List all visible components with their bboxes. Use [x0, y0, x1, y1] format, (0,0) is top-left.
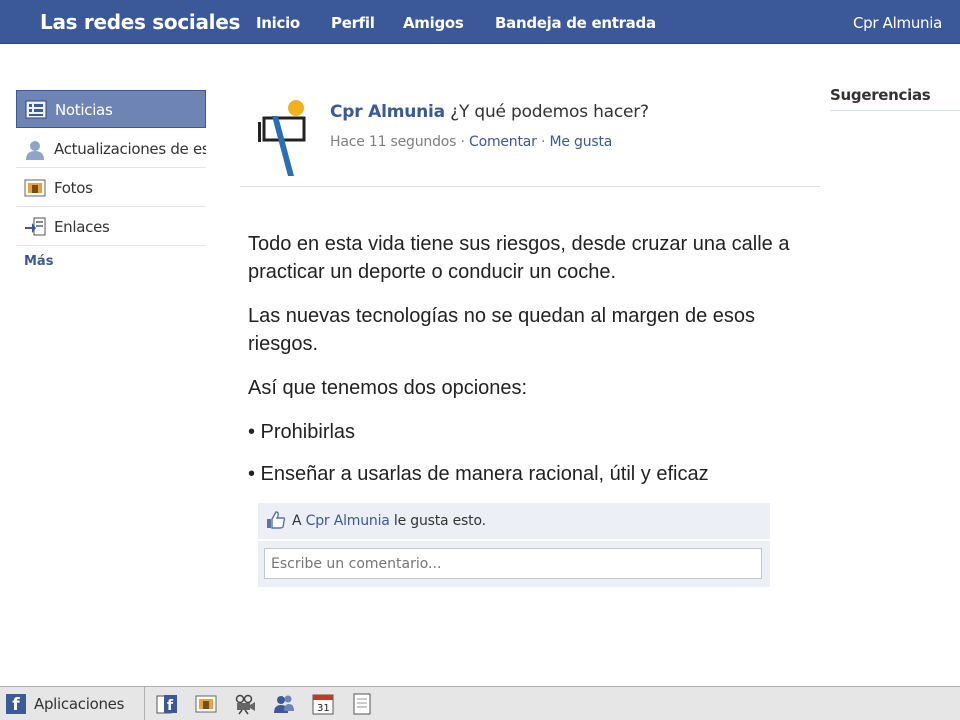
like-link[interactable]: Me gusta	[550, 134, 613, 150]
post-timestamp[interactable]: Hace 11 segundos	[330, 134, 456, 150]
sidebar-more-link[interactable]: Más	[24, 254, 53, 269]
calendar-icon[interactable]: 31	[312, 693, 334, 715]
body-paragraph-1: Todo en esta vida tiene sus riesgos, des…	[248, 233, 790, 283]
likes-text: A Cpr Almunia le gusta esto.	[292, 513, 486, 529]
calendar-day: 31	[317, 703, 330, 714]
likes-summary: A Cpr Almunia le gusta esto.	[258, 503, 770, 539]
post-message: ¿Y qué podemos hacer?	[450, 102, 649, 122]
thumbs-up-icon	[266, 511, 286, 529]
top-bar: Las redes sociales Inicio Perfil Amigos …	[0, 0, 960, 44]
photos-icon[interactable]	[195, 693, 217, 715]
post-author-link[interactable]: Cpr Almunia	[330, 102, 445, 122]
suggestions-divider	[830, 110, 960, 111]
post-header: Cpr Almunia ¿Y qué podemos hacer?	[330, 102, 649, 122]
sidebar-item-label: Enlaces	[54, 218, 110, 236]
svg-text:f: f	[167, 698, 174, 714]
avatar[interactable]	[248, 96, 318, 178]
likes-user-link[interactable]: Cpr Almunia	[306, 513, 390, 529]
sidebar-item-label: Noticias	[55, 101, 113, 119]
nav-amigos[interactable]: Amigos	[403, 14, 464, 32]
bottom-bar: f Aplicaciones f 31	[0, 686, 960, 720]
sidebar-item-fotos[interactable]: Fotos	[16, 169, 206, 207]
nav-inicio[interactable]: Inicio	[256, 14, 300, 32]
user-icon	[24, 139, 46, 160]
likes-suffix: le gusta esto.	[393, 513, 486, 529]
likes-prefix: A	[292, 513, 302, 529]
sidebar-item-noticias[interactable]: Noticias	[16, 90, 206, 128]
photos-icon	[24, 178, 46, 198]
facebook-pages-icon[interactable]: f	[156, 693, 178, 715]
sidebar-item-enlaces[interactable]: Enlaces	[16, 208, 206, 246]
comment-link[interactable]: Comentar	[469, 134, 537, 150]
nav-perfil[interactable]: Perfil	[331, 14, 375, 32]
facebook-icon[interactable]: f	[6, 694, 26, 715]
post-meta: Hace 11 segundos · Comentar · Me gusta	[330, 134, 612, 150]
user-name-link[interactable]: Cpr Almunia	[853, 14, 942, 32]
video-icon[interactable]	[234, 693, 256, 715]
meta-separator: ·	[460, 134, 465, 150]
meta-separator: ·	[540, 134, 546, 150]
applications-button[interactable]: Aplicaciones	[34, 695, 124, 713]
post-divider	[240, 186, 820, 187]
comment-input[interactable]	[264, 548, 762, 579]
sidebar-item-label: Actualizaciones de estado	[54, 140, 206, 158]
body-paragraph-2: Las nuevas tecnologías no se quedan al m…	[248, 305, 756, 355]
friends-icon[interactable]	[273, 693, 295, 715]
sidebar-item-label: Fotos	[54, 179, 93, 197]
sidebar-item-actualizaciones[interactable]: Actualizaciones de estado	[16, 130, 206, 168]
nav-bandeja[interactable]: Bandeja de entrada	[495, 14, 656, 32]
news-feed-icon	[25, 100, 47, 120]
bullet-item-1: • Prohibirlas	[248, 421, 356, 443]
bullet-item-2: • Enseñar a usarlas de manera racional, …	[248, 463, 709, 485]
site-title[interactable]: Las redes sociales	[40, 10, 240, 34]
links-icon	[24, 217, 46, 237]
suggestions-title: Sugerencias	[830, 86, 931, 104]
bottom-bar-divider	[144, 687, 145, 720]
comment-box	[258, 541, 770, 587]
notes-icon[interactable]	[351, 693, 373, 715]
body-paragraph-3: Así que tenemos dos opciones:	[248, 377, 528, 399]
